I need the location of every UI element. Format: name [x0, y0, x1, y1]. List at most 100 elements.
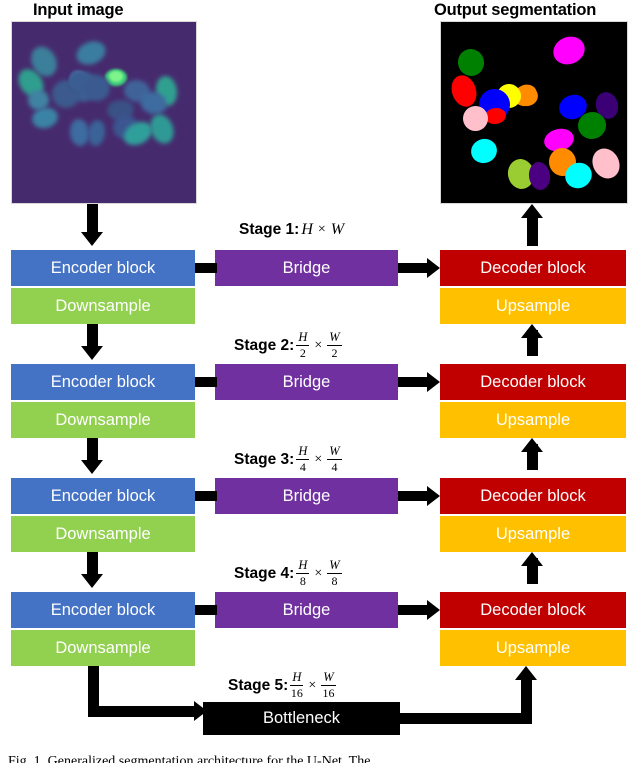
upsample-block-4-label: Upsample [495, 638, 571, 657]
bridge-block-2[interactable]: Bridge [215, 364, 398, 400]
downsample-block-1[interactable]: Downsample [11, 288, 195, 324]
stage-4-width-numerator: W [329, 558, 340, 572]
upsample-block-2[interactable]: Upsample [440, 402, 626, 438]
arrow-downsample3-to-encoder4-head [81, 574, 103, 588]
upsample-block-3[interactable]: Upsample [440, 516, 626, 552]
stage-5-label: Stage 5: H 16 × W 16 [228, 670, 336, 700]
stage-2-width-fraction: W 2 [327, 330, 342, 360]
stage-3-width-numerator: W [329, 444, 340, 458]
times-icon: × [308, 677, 317, 693]
stage-3-name: Stage 3: [234, 450, 295, 468]
arrow-downsample4-to-bottleneck-horizontal [88, 706, 198, 717]
connector-bridge2-to-decoder2-shaft [398, 377, 428, 387]
bridge-block-2-label: Bridge [282, 372, 331, 391]
arrow-upsample3-to-decoder2-head [521, 438, 543, 452]
decoder-block-4[interactable]: Decoder block [440, 592, 626, 628]
encoder-block-2-label: Encoder block [50, 372, 156, 391]
stage-3-width-denominator: 4 [331, 459, 338, 474]
bottleneck-block-label: Bottleneck [262, 709, 341, 728]
times-icon: × [314, 565, 323, 581]
bridge-block-1-label: Bridge [282, 258, 331, 277]
bottleneck-block[interactable]: Bottleneck [203, 702, 400, 735]
upsample-block-1-label: Upsample [495, 296, 571, 315]
encoder-block-2[interactable]: Encoder block [11, 364, 195, 400]
stage-5-width-numerator: W [323, 670, 334, 684]
stage-3-height-fraction: H 4 [296, 445, 310, 474]
output-image-title: Output segmentation [434, 1, 597, 19]
connector-bridge4-to-decoder4-head [427, 600, 440, 620]
stage-5-height-denominator: 16 [290, 685, 303, 700]
connector-bridge3-to-decoder3-shaft [398, 491, 428, 501]
connector-bridge1-to-decoder1-shaft [398, 263, 428, 273]
connector-encoder3-to-bridge3 [195, 491, 217, 501]
times-icon: × [314, 451, 323, 467]
stage-2-height-denominator: 2 [299, 345, 306, 360]
connector-bridge3-to-decoder3-head [427, 486, 440, 506]
arrow-upsample2-to-decoder1-head [521, 324, 543, 338]
decoder-block-1-label: Decoder block [480, 258, 586, 277]
arrow-bottleneck-to-upsample4-vertical [521, 678, 532, 718]
decoder-block-3-label: Decoder block [480, 486, 586, 505]
decoder-block-4-label: Decoder block [480, 600, 586, 619]
connector-encoder2-to-bridge2 [195, 377, 217, 387]
arrow-bottleneck-to-upsample4-horizontal [400, 713, 532, 724]
upsample-block-4[interactable]: Upsample [440, 630, 626, 666]
stage-4-height-fraction: H 8 [296, 558, 310, 587]
stage-3-height-denominator: 4 [299, 459, 306, 474]
figure-caption: Fig. 1. Generalized segmentation archite… [8, 754, 371, 763]
stage-2-width-denominator: 2 [331, 345, 338, 360]
arrow-downsample1-to-encoder2-head [81, 346, 103, 360]
connector-bridge2-to-decoder2-head [427, 372, 440, 392]
stage-5-height-numerator: H [292, 670, 302, 684]
stage-4-width-denominator: 8 [331, 573, 338, 588]
decoder-block-3[interactable]: Decoder block [440, 478, 626, 514]
stage-4-label: Stage 4: H 8 × W 8 [234, 558, 342, 588]
upsample-block-3-label: Upsample [495, 524, 571, 543]
connector-encoder1-to-bridge1 [195, 263, 217, 273]
arrow-bottleneck-to-upsample4-head [515, 666, 537, 680]
encoder-block-4-label: Encoder block [50, 600, 156, 619]
arrow-upsample4-to-decoder3-head [521, 552, 543, 566]
encoder-block-1-label: Encoder block [50, 258, 156, 277]
stage-1-width: W [330, 221, 345, 238]
connector-bridge1-to-decoder1-head [427, 258, 440, 278]
decoder-block-2[interactable]: Decoder block [440, 364, 626, 400]
downsample-block-4-label: Downsample [55, 638, 151, 657]
encoder-block-3-label: Encoder block [50, 486, 156, 505]
encoder-block-1[interactable]: Encoder block [11, 250, 195, 286]
bridge-block-1[interactable]: Bridge [215, 250, 398, 286]
stage-2-width-numerator: W [329, 330, 340, 344]
upsample-block-1[interactable]: Upsample [440, 288, 626, 324]
bridge-block-4-label: Bridge [282, 600, 331, 619]
input-image-panel [11, 21, 197, 204]
arrow-input-to-encoder1-shaft [87, 204, 98, 234]
stage-2-height-numerator: H [298, 330, 308, 344]
connector-bridge4-to-decoder4-shaft [398, 605, 428, 615]
downsample-block-2[interactable]: Downsample [11, 402, 195, 438]
stage-4-width-fraction: W 8 [327, 558, 342, 588]
bridge-block-3-label: Bridge [282, 486, 331, 505]
arrow-upsample1-to-output-shaft [527, 216, 538, 246]
stage-5-width-fraction: W 16 [321, 670, 336, 699]
decoder-block-2-label: Decoder block [480, 372, 586, 391]
input-image-title: Input image [33, 1, 124, 19]
stage-4-height-numerator: H [298, 558, 308, 572]
encoder-block-4[interactable]: Encoder block [11, 592, 195, 628]
downsample-block-4[interactable]: Downsample [11, 630, 195, 666]
downsample-block-2-label: Downsample [55, 410, 151, 429]
downsample-block-3[interactable]: Downsample [11, 516, 195, 552]
stage-3-label: Stage 3: H 4 × W 4 [234, 444, 342, 474]
decoder-block-1[interactable]: Decoder block [440, 250, 626, 286]
bridge-block-4[interactable]: Bridge [215, 592, 398, 628]
bridge-block-3[interactable]: Bridge [215, 478, 398, 514]
times-icon: × [317, 222, 326, 237]
stage-3-width-fraction: W 4 [327, 444, 342, 474]
times-icon: × [314, 337, 323, 353]
connector-encoder4-to-bridge4 [195, 605, 217, 615]
output-segmentation-panel [440, 21, 628, 204]
downsample-block-3-label: Downsample [55, 524, 151, 543]
stage-2-height-fraction: H 2 [296, 330, 310, 360]
arrow-upsample1-to-output-head [521, 204, 543, 218]
encoder-block-3[interactable]: Encoder block [11, 478, 195, 514]
stage-2-name: Stage 2: [234, 336, 295, 354]
